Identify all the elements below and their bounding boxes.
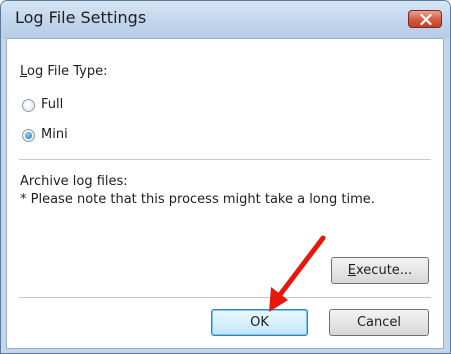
dialog-body: Log File Type: Full Mini Archive log fil… [6,38,444,349]
dialog-window: Log File Settings Log File Type: Full Mi… [0,0,451,354]
execute-button[interactable]: Execute... [331,257,429,284]
log-file-type-label-rest: og File Type: [27,64,108,79]
separator [19,297,431,299]
radio-mini-label[interactable]: Mini [41,127,68,142]
radio-full-label[interactable]: Full [41,97,63,112]
archive-label: Archive log files: [20,174,128,189]
separator [19,159,431,161]
window-title: Log File Settings [15,8,147,27]
radio-full[interactable] [22,99,35,112]
close-button[interactable] [408,10,442,28]
ok-button[interactable]: OK [211,309,308,336]
close-icon [420,14,432,25]
archive-note: * Please note that this process might ta… [20,192,375,207]
radio-mini[interactable] [22,129,35,142]
log-file-type-label: Log File Type: [20,64,108,79]
cancel-button[interactable]: Cancel [329,309,429,336]
title-bar: Log File Settings [1,1,450,38]
